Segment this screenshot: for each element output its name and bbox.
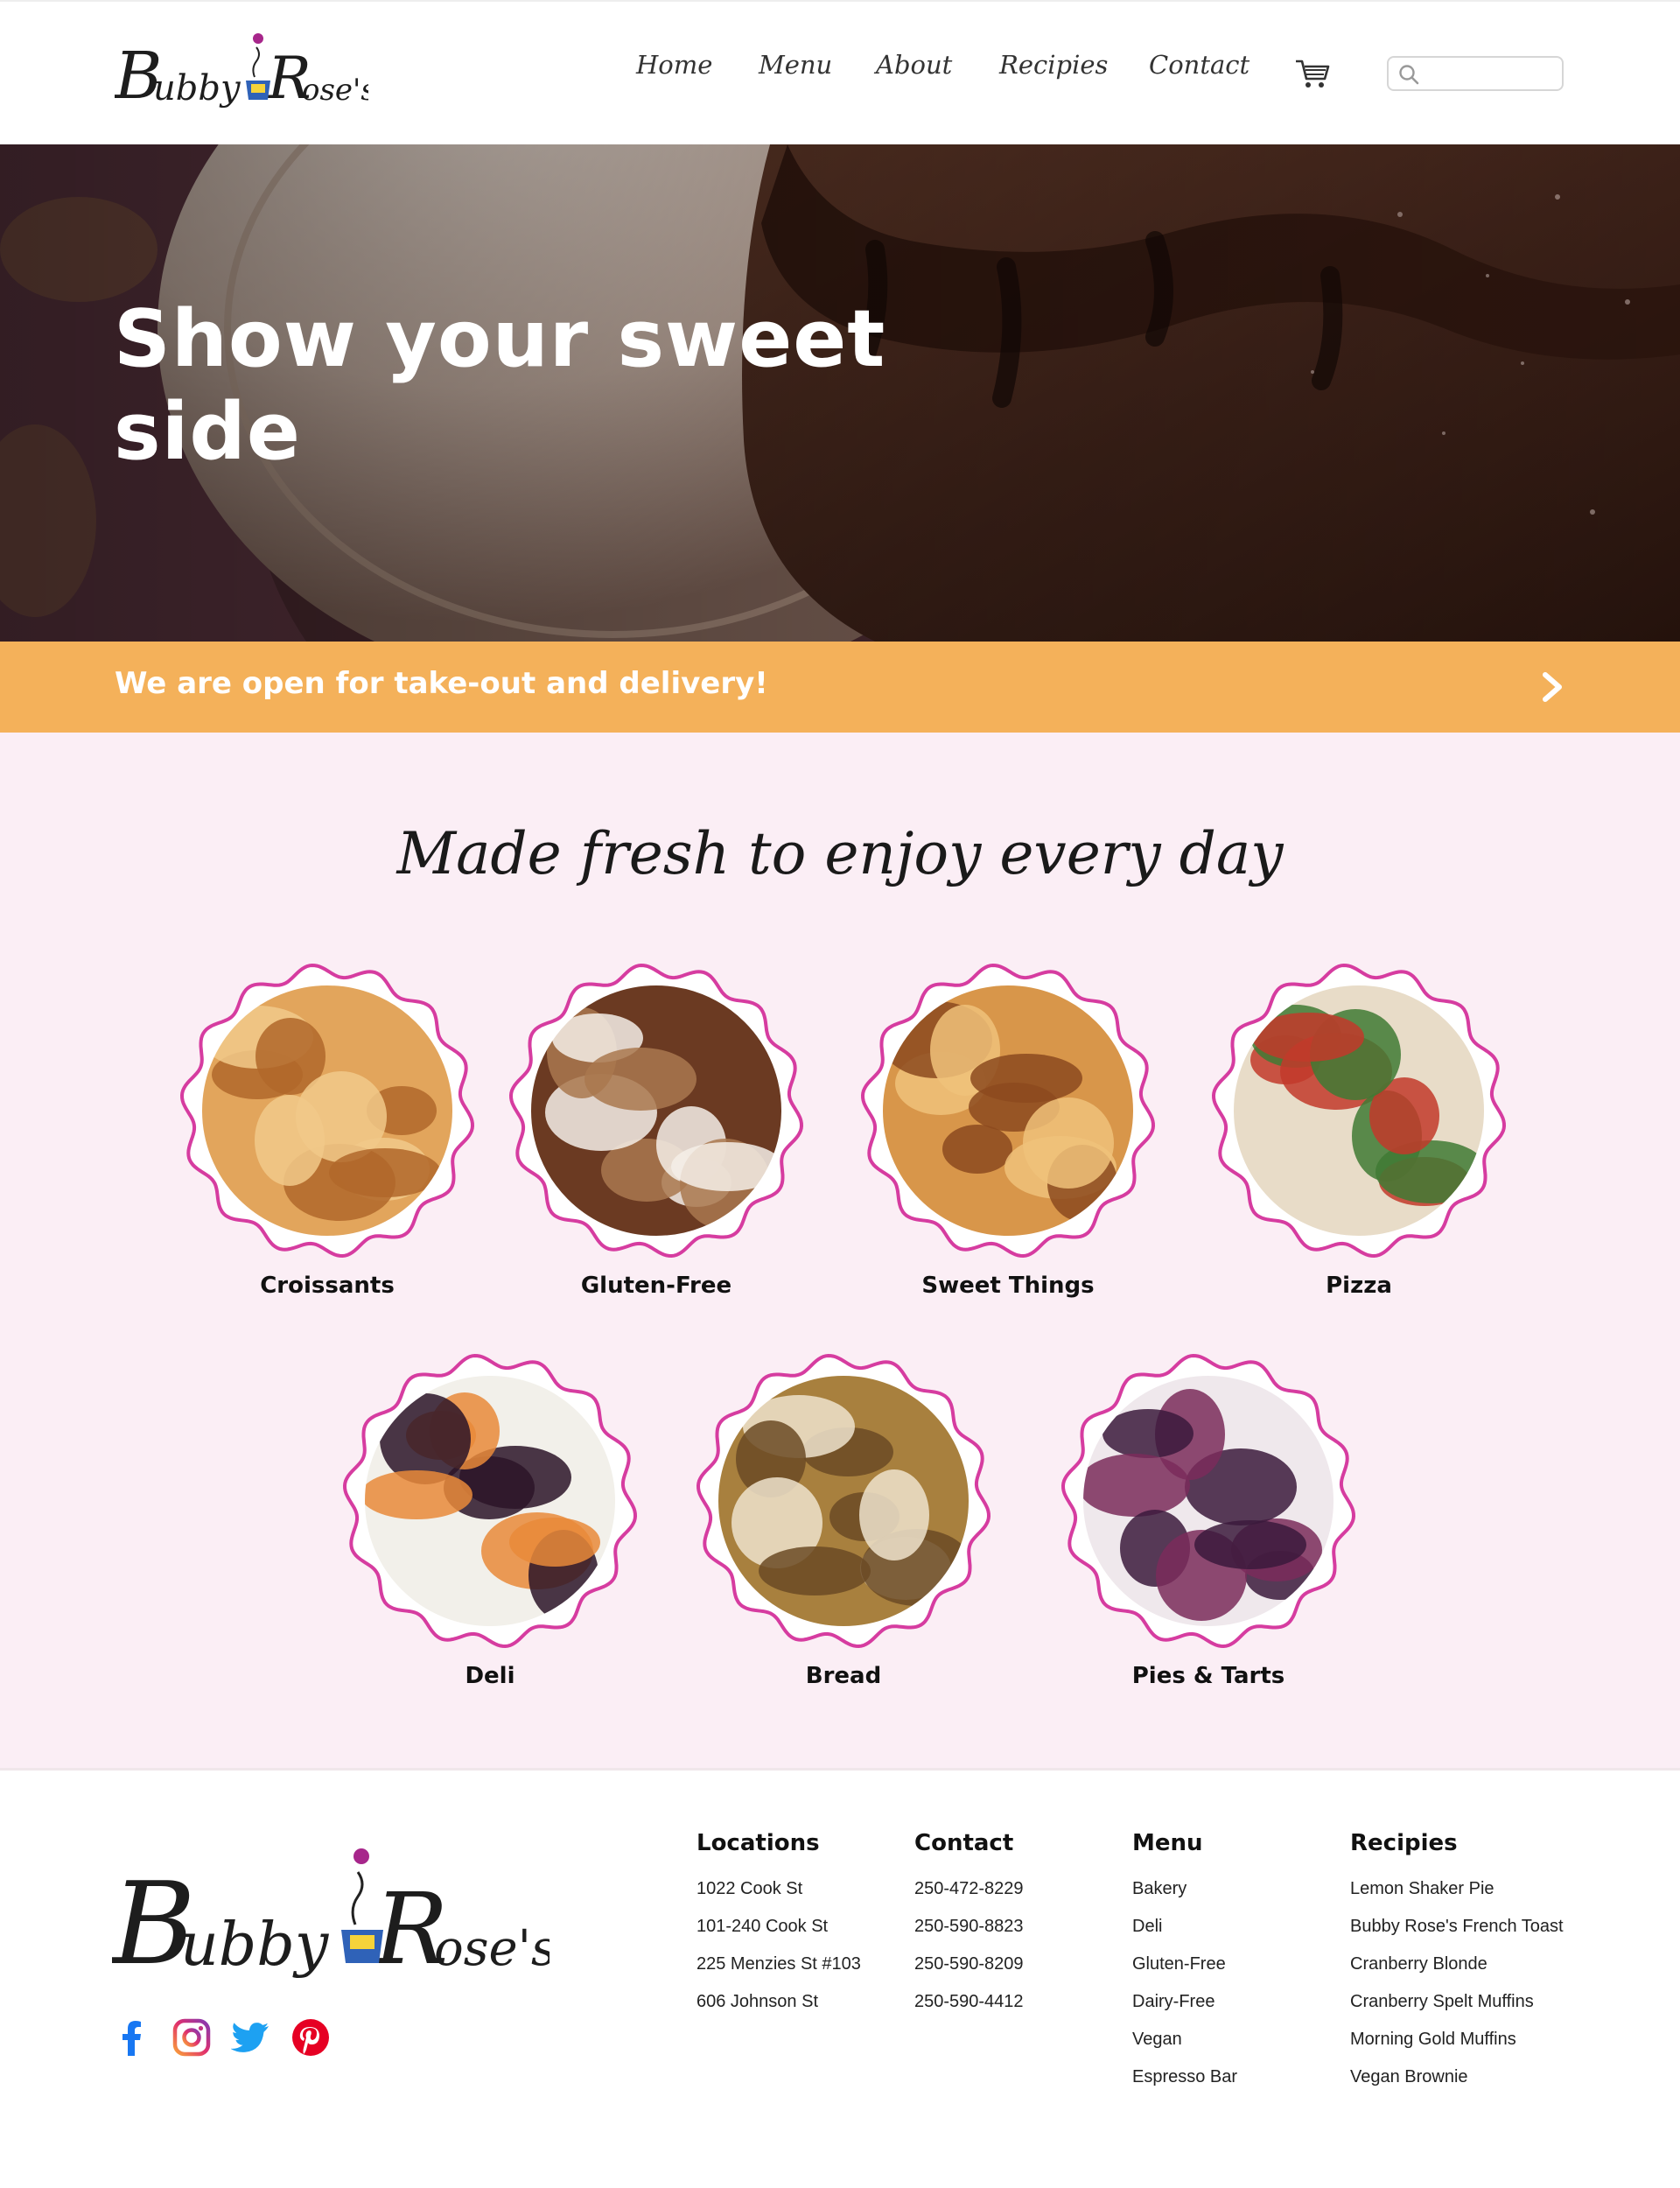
footer-menu-link[interactable]: Deli [1132,1913,1360,1951]
location-item[interactable]: 101-240 Cook St [696,1913,924,1951]
hero-title: Show your sweet side [114,293,886,478]
category-image [179,963,475,1259]
category-label: Sweet Things [921,1273,1095,1299]
nav-contact[interactable]: Contact [1149,50,1250,80]
category-image [1060,1353,1356,1649]
footer-logo[interactable]: B ubby R ose's [110,1832,556,2007]
phone-link[interactable]: 250-472-8229 [914,1876,1142,1913]
footer-recipies: Recipies Lemon Shaker Pie Bubby Rose's F… [1350,1830,1639,2101]
nav-about[interactable]: About [876,50,952,80]
footer-menu-link[interactable]: Gluten-Free [1132,1951,1360,1988]
location-item[interactable]: 606 Johnson St [696,1988,924,2026]
recipe-link[interactable]: Morning Gold Muffins [1350,2026,1639,2064]
location-item[interactable]: 1022 Cook St [696,1876,924,1913]
chevron-right-icon[interactable] [1536,670,1568,705]
open-notice-banner[interactable]: We are open for take-out and delivery! [0,642,1680,733]
search-input[interactable] [1427,61,1558,86]
category-label: Bread [805,1663,882,1689]
footer-menu-link[interactable]: Espresso Bar [1132,2064,1360,2101]
category-image [342,1353,638,1649]
phone-link[interactable]: 250-590-8209 [914,1951,1142,1988]
phone-link[interactable]: 250-590-8823 [914,1913,1142,1951]
category-image [860,963,1156,1259]
site-footer: B ubby R ose's Locations 1022 Cook St 10… [0,1768,1680,2188]
category-label: Deli [465,1663,515,1689]
recipe-link[interactable]: Bubby Rose's French Toast [1350,1913,1639,1951]
footer-recipies-title: Recipies [1350,1830,1458,1856]
footer-locations-title: Locations [696,1830,820,1856]
category-image [1211,963,1507,1259]
category-label: Pizza [1326,1273,1392,1299]
category-label: Pies & Tarts [1131,1663,1285,1689]
footer-contact-title: Contact [914,1830,1014,1856]
phone-link[interactable]: 250-590-4412 [914,1988,1142,2026]
footer-menu: Menu Bakery Deli Gluten-Free Dairy-Free … [1132,1830,1360,2101]
nav-home[interactable]: Home [636,50,712,80]
footer-menu-title: Menu [1132,1830,1203,1856]
category-card[interactable]: Bread [695,1352,992,1702]
footer-menu-link[interactable]: Bakery [1132,1876,1360,1913]
category-label: Croissants [260,1273,395,1299]
twitter-icon[interactable] [231,2017,271,2058]
facebook-icon[interactable] [112,2017,152,2058]
site-header: B ubby R ose's Home Menu About Recipies … [0,0,1680,144]
nav-recipies[interactable]: Recipies [999,50,1108,80]
recipe-link[interactable]: Vegan Brownie [1350,2064,1639,2101]
search-box[interactable] [1387,56,1564,91]
instagram-icon[interactable] [172,2017,212,2058]
category-card[interactable]: Deli [341,1352,639,1702]
svg-text:ose's: ose's [434,1920,550,1977]
category-card[interactable]: Croissants [178,962,476,1312]
svg-text:ubby: ubby [180,1911,330,1980]
cart-icon[interactable] [1293,56,1332,91]
category-card[interactable]: Pizza [1210,962,1508,1312]
footer-menu-link[interactable]: Dairy-Free [1132,1988,1360,2026]
footer-contact: Contact 250-472-8229 250-590-8823 250-59… [914,1830,1142,2026]
location-item[interactable]: 225 Menzies St #103 [696,1951,924,1988]
search-icon [1399,65,1419,85]
category-card[interactable]: Pies & Tarts [1060,1352,1357,1702]
recipe-link[interactable]: Cranberry Blonde [1350,1951,1639,1988]
footer-locations: Locations 1022 Cook St 101-240 Cook St 2… [696,1830,924,2026]
hero-banner: Show your sweet side [0,144,1680,642]
category-card[interactable]: Sweet Things [859,962,1157,1312]
section-title: Made fresh to enjoy every day [396,820,1284,887]
footer-menu-link[interactable]: Vegan [1132,2026,1360,2064]
footer-logo-artwork: B ubby R ose's [110,1848,556,1990]
nav-menu[interactable]: Menu [759,50,832,80]
pinterest-icon[interactable] [290,2017,331,2058]
category-card[interactable]: Gluten-Free [508,962,805,1312]
menu-categories-section: Made fresh to enjoy every day Croissants… [0,733,1680,1768]
category-label: Gluten-Free [580,1273,732,1299]
category-image [696,1353,991,1649]
recipe-link[interactable]: Cranberry Spelt Muffins [1350,1988,1639,2026]
category-image [508,963,804,1259]
banner-text: We are open for take-out and delivery! [115,666,768,701]
recipe-link[interactable]: Lemon Shaker Pie [1350,1876,1639,1913]
